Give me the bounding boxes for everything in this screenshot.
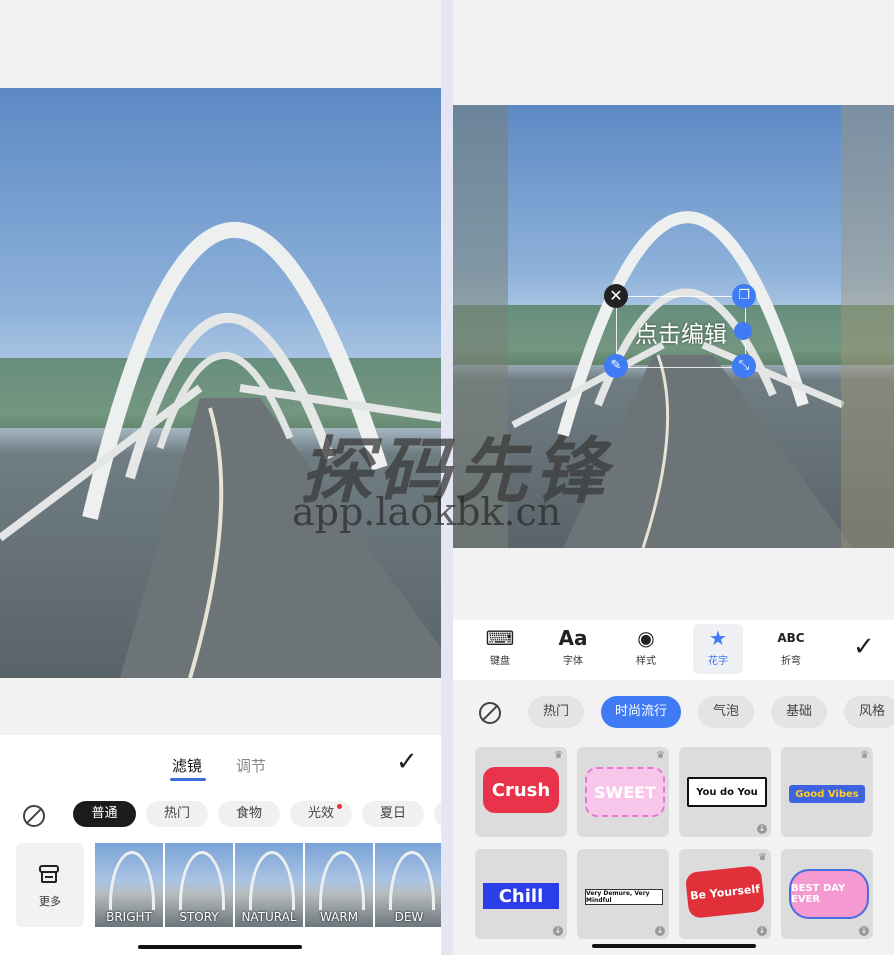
text-sticker-box[interactable]: 点击编辑	[616, 296, 746, 368]
tab-adjust[interactable]: 调节	[236, 755, 266, 776]
crown-icon: ♛	[860, 750, 869, 761]
download-icon: ↓	[655, 926, 665, 936]
filter-name: BRIGHT	[106, 910, 152, 924]
tool-fancy-text[interactable]: ★ 花字	[693, 624, 743, 674]
thumb-image	[389, 851, 435, 910]
tool-keyboard[interactable]: ⌨ 键盘	[475, 624, 525, 674]
filter-thumb-story[interactable]: STORY	[165, 843, 233, 927]
tool-font[interactable]: Aa 字体	[548, 624, 598, 674]
filter-name: STORY	[179, 910, 219, 924]
crown-icon: ♛	[758, 852, 767, 863]
bridge-photo	[0, 88, 441, 678]
sticker-cat-style[interactable]: 风格	[844, 696, 894, 728]
download-icon: ↓	[757, 926, 767, 936]
keyboard-icon: ⌨	[485, 626, 515, 650]
sticker-art: Very Demure, Very Mindful	[585, 889, 663, 905]
font-icon: Aa	[558, 626, 588, 650]
category-chip-light[interactable]: 光效	[290, 801, 352, 827]
category-chip-normal[interactable]: 普通	[73, 801, 136, 827]
filter-name: NATURAL	[241, 910, 297, 924]
sticker-you-do-you[interactable]: You do You ↓	[679, 747, 771, 837]
sticker-best-day-ever[interactable]: BEST DAY EVER ↓	[781, 849, 873, 939]
resize-dot-handle[interactable]	[734, 322, 752, 340]
store-icon	[39, 865, 59, 883]
tab-filter[interactable]: 滤镜	[172, 755, 202, 776]
thumb-image	[179, 851, 225, 910]
more-filters-button[interactable]: 更多	[16, 843, 84, 927]
text-sticker-content[interactable]: 点击编辑	[617, 315, 745, 349]
filter-thumb-warm[interactable]: WARM	[305, 843, 373, 927]
tool-label: 折弯	[781, 656, 801, 667]
home-indicator	[592, 944, 756, 948]
category-chip-light-label: 光效	[307, 806, 334, 821]
filter-name: WARM	[319, 910, 359, 924]
filter-thumb-bright[interactable]: BRIGHT	[95, 843, 163, 927]
new-dot-badge	[337, 804, 342, 809]
sticker-good-vibes[interactable]: ♛ Good Vibes	[781, 747, 873, 837]
filter-category-row: 普通 热门 食物 光效 夏日	[0, 801, 441, 831]
confirm-check-icon[interactable]: ✓	[853, 632, 875, 662]
more-label: 更多	[39, 895, 61, 908]
close-icon[interactable]: ✕	[604, 284, 628, 308]
tool-label: 字体	[563, 656, 583, 667]
text-toolbar: ⌨ 键盘 Aa 字体 ◉ 样式 ★ 花字 ABC 折弯 ✓	[453, 620, 894, 680]
screen-divider	[441, 0, 453, 955]
sticker-art: You do You	[687, 777, 767, 807]
filter-panel: 滤镜 调节 ✓ 普通 热门 食物 光效 夏日 更多 BRIGHT STORY N…	[0, 735, 441, 955]
filter-preview-strip: BRIGHT STORY NATURAL WARM DEW	[95, 843, 441, 927]
filter-name: DEW	[394, 910, 424, 924]
sticker-art: SWEET	[585, 767, 665, 817]
sticker-cat-bubble[interactable]: 气泡	[698, 696, 754, 728]
sticker-chill[interactable]: Chill ↓	[475, 849, 567, 939]
tool-label: 花字	[708, 656, 728, 667]
crown-icon: ♛	[656, 750, 665, 761]
filter-thumb-dew[interactable]: DEW	[375, 843, 441, 927]
category-chip-hot[interactable]: 热门	[146, 801, 208, 827]
download-icon: ↓	[859, 926, 869, 936]
sticker-art: Chill	[483, 883, 559, 909]
category-chip-food[interactable]: 食物	[218, 801, 280, 827]
blur-margin-left	[453, 105, 508, 548]
copy-icon[interactable]: ❐	[732, 284, 756, 308]
sticker-sweet[interactable]: ♛ SWEET	[577, 747, 669, 837]
sticker-category-row: 热门 时尚流行 气泡 基础 风格	[453, 696, 894, 730]
category-chip-overflow[interactable]	[434, 801, 441, 827]
tool-curve[interactable]: ABC 折弯	[766, 624, 816, 674]
tool-label: 键盘	[490, 656, 510, 667]
sticker-art: Crush	[483, 767, 559, 813]
curve-text-icon: ABC	[777, 631, 805, 645]
sticker-cat-trendy[interactable]: 时尚流行	[601, 696, 681, 728]
no-filter-icon[interactable]	[23, 805, 45, 827]
edit-pencil-icon[interactable]: ✎	[604, 354, 628, 378]
download-icon: ↓	[553, 926, 563, 936]
blur-margin-right	[841, 105, 894, 548]
filter-editor-screen: 滤镜 调节 ✓ 普通 热门 食物 光效 夏日 更多 BRIGHT STORY N…	[0, 0, 441, 955]
text-editor-screen: 点击编辑 ✕ ❐ ✎ ⤡ ⌨ 键盘 Aa 字体 ◉ 样式 ★ 花字 ABC 折弯…	[453, 0, 894, 955]
thumb-image	[109, 851, 155, 910]
palette-icon: ◉	[637, 626, 655, 650]
sticker-cat-hot[interactable]: 热门	[528, 696, 584, 728]
confirm-check-icon[interactable]: ✓	[396, 747, 418, 777]
category-chip-summer[interactable]: 夏日	[362, 801, 424, 827]
filter-thumb-natural[interactable]: NATURAL	[235, 843, 303, 927]
thumb-image	[319, 851, 365, 910]
star-bookmark-icon: ★	[709, 626, 727, 650]
tab-active-indicator	[170, 778, 206, 781]
sticker-be-yourself[interactable]: ♛ Be Yourself ↓	[679, 849, 771, 939]
sticker-art: Be Yourself	[684, 865, 766, 919]
tool-label: 样式	[636, 656, 656, 667]
scale-rotate-icon[interactable]: ⤡	[732, 354, 756, 378]
tool-style[interactable]: ◉ 样式	[621, 624, 671, 674]
sticker-crush[interactable]: ♛ Crush	[475, 747, 567, 837]
sticker-cat-basic[interactable]: 基础	[771, 696, 827, 728]
sticker-art: Good Vibes	[789, 785, 865, 803]
sticker-art: BEST DAY EVER	[789, 869, 869, 919]
crown-icon: ♛	[554, 750, 563, 761]
sticker-very-demure[interactable]: Very Demure, Very Mindful ↓	[577, 849, 669, 939]
home-indicator	[138, 945, 302, 949]
thumb-image	[249, 851, 295, 910]
no-style-icon[interactable]	[479, 702, 501, 724]
download-icon: ↓	[757, 824, 767, 834]
filter-tabs: 滤镜 调节 ✓	[0, 747, 441, 789]
